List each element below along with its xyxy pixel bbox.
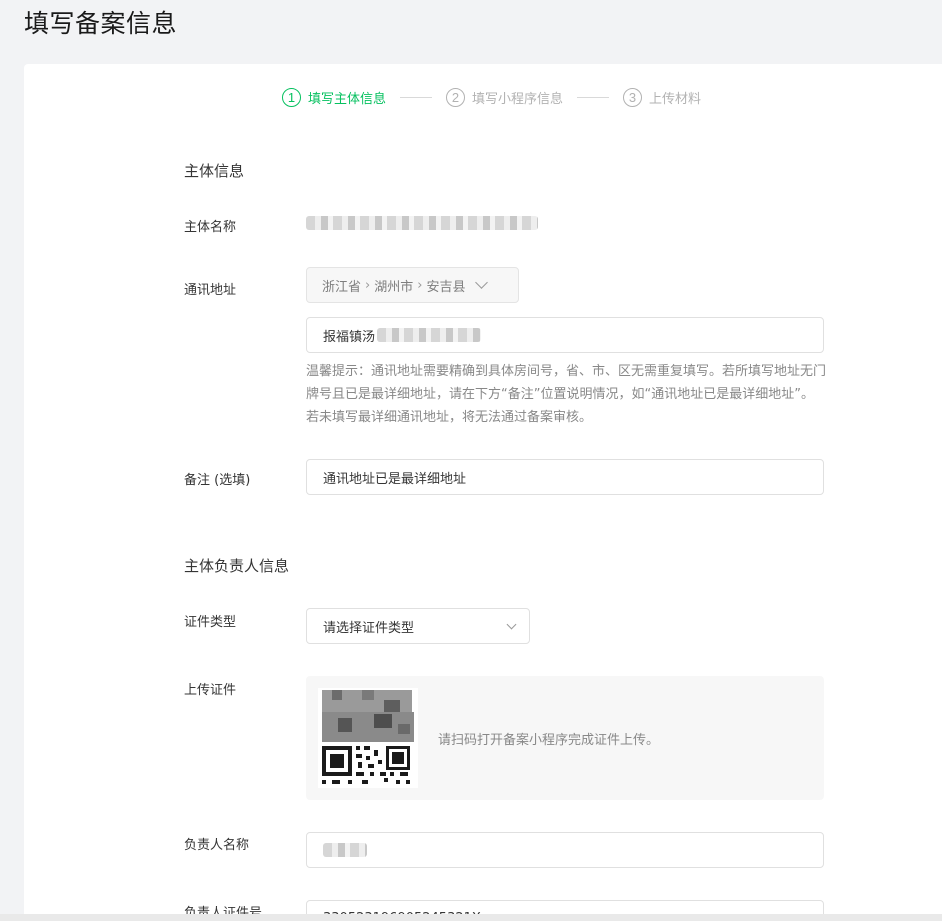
chevron-down-icon xyxy=(475,276,489,289)
qr-code-icon xyxy=(318,688,418,788)
step-number: 3 xyxy=(623,88,643,107)
step-label: 填写主体信息 xyxy=(308,92,387,107)
step-number: 2 xyxy=(446,88,466,107)
remark-value: 通讯地址已是最详细地址 xyxy=(323,471,467,487)
upload-tip: 请扫码打开备案小程序完成证件上传。 xyxy=(438,732,660,748)
step-1: 1 填写主体信息 xyxy=(282,88,386,107)
cert-type-select[interactable]: 请选择证件类型 xyxy=(306,608,530,644)
remark-label: 备注 (选填) xyxy=(184,473,251,488)
redacted-text xyxy=(377,328,482,342)
step-label: 填写小程序信息 xyxy=(472,92,564,107)
redacted-text xyxy=(306,216,538,230)
address-value: 报福镇汤 xyxy=(323,329,376,345)
step-number: 1 xyxy=(282,88,301,107)
step-3: 3 上传材料 xyxy=(623,88,701,107)
region-city: 湖州市 xyxy=(374,279,414,295)
upload-area: 请扫码打开备案小程序完成证件上传。 xyxy=(306,676,824,800)
owner-name-label: 负责人名称 xyxy=(184,838,250,853)
horizontal-scrollbar[interactable] xyxy=(0,914,942,921)
address-input[interactable]: 报福镇汤 xyxy=(306,317,824,353)
step-2: 2 填写小程序信息 xyxy=(446,88,563,107)
step-divider xyxy=(400,97,433,98)
form-card: 1 填写主体信息 2 填写小程序信息 3 上传材料 主体信息 主体名称 通讯地址… xyxy=(24,64,942,921)
qr-code-graphic xyxy=(318,688,418,788)
upload-label: 上传证件 xyxy=(184,683,237,698)
owner-section-title: 主体负责人信息 xyxy=(184,557,290,575)
subject-section-title: 主体信息 xyxy=(184,162,245,180)
step-label: 上传材料 xyxy=(649,92,702,107)
region-province: 浙江省 xyxy=(322,279,362,295)
subject-name-value xyxy=(306,215,538,234)
cert-type-placeholder: 请选择证件类型 xyxy=(323,620,415,636)
cert-type-label: 证件类型 xyxy=(184,615,237,630)
owner-name-input[interactable] xyxy=(306,832,824,868)
step-divider xyxy=(577,97,610,98)
region-picker[interactable]: 浙江省 › 湖州市 › 安吉县 xyxy=(306,267,519,303)
subject-name-label: 主体名称 xyxy=(184,220,237,235)
redacted-text xyxy=(323,843,367,857)
page-title: 填写备案信息 xyxy=(24,9,178,38)
address-label: 通讯地址 xyxy=(184,283,237,298)
step-indicator: 1 填写主体信息 2 填写小程序信息 3 上传材料 xyxy=(282,88,701,107)
separator-icon: › xyxy=(417,277,423,293)
remark-input[interactable]: 通讯地址已是最详细地址 xyxy=(306,459,824,495)
address-hint: 温馨提示：通讯地址需要精确到具体房间号，省、市、区无需重复填写。若所填写地址无门… xyxy=(306,364,827,425)
region-county: 安吉县 xyxy=(426,279,466,295)
chevron-down-icon xyxy=(506,619,517,629)
separator-icon: › xyxy=(365,277,371,293)
